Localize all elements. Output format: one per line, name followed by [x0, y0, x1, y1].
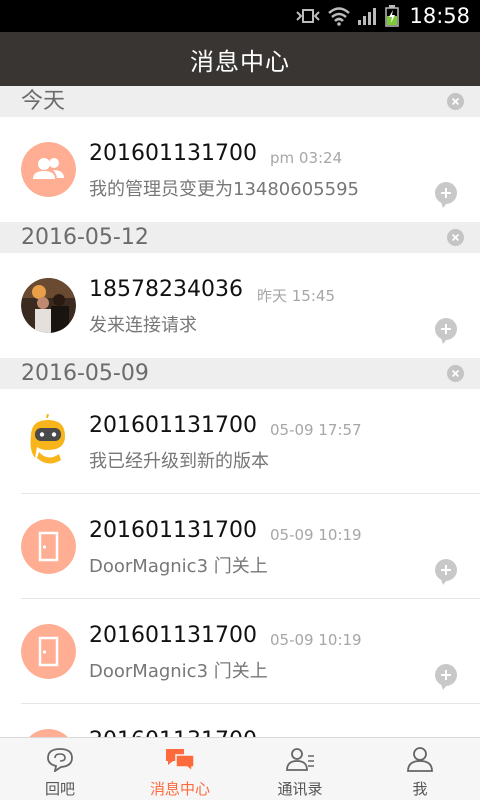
sender-name: 201601131700 — [89, 141, 257, 166]
message-time: 05-09 10:19 — [270, 526, 362, 544]
message-preview: 我已经升级到新的版本 — [89, 451, 269, 472]
close-icon[interactable] — [447, 93, 464, 110]
close-icon[interactable] — [447, 229, 464, 246]
message-item[interactable]: 18578234036 昨天 15:45 发来连接请求 — [0, 253, 480, 358]
section-date-label: 今天 — [21, 89, 66, 114]
message-preview: DoorMagnic3 门关上 — [89, 661, 268, 682]
tab-label: 消息中心 — [149, 780, 210, 798]
add-icon[interactable] — [434, 317, 458, 344]
tab-label: 我 — [412, 780, 428, 798]
section-date-label: 2016-05-09 — [21, 361, 149, 386]
tab-me[interactable]: 我 — [360, 738, 480, 800]
group-avatar-icon — [21, 142, 76, 197]
status-bar: 18:58 — [0, 0, 480, 32]
sender-name: 201601131700 — [89, 413, 257, 438]
message-item[interactable]: 201601131700 05-09 17:57 我已经升级到新的版本 — [0, 389, 480, 494]
section-header: 2016-05-09 — [0, 358, 480, 389]
page-title: 消息中心 — [190, 47, 290, 76]
add-icon[interactable] — [434, 181, 458, 208]
header: 消息中心 — [0, 32, 480, 86]
add-icon[interactable] — [434, 663, 458, 690]
message-preview: 我的管理员变更为13480605595 — [89, 179, 359, 200]
message-time: 昨天 15:45 — [257, 287, 335, 305]
wifi-icon — [328, 7, 351, 26]
add-icon[interactable] — [434, 558, 458, 585]
bottom-tab-bar: 回吧 消息中心 通讯录 我 — [0, 737, 480, 800]
section-header: 2016-05-12 — [0, 222, 480, 253]
messages-icon — [166, 749, 195, 772]
tab-messages[interactable]: 消息中心 — [120, 738, 240, 800]
door-avatar-icon — [21, 519, 76, 574]
message-preview: DoorMagnic3 门关上 — [89, 556, 268, 577]
signal-icon — [358, 8, 377, 25]
message-preview: 发来连接请求 — [89, 315, 197, 336]
message-list[interactable]: 今天 201601131700 pm 03:24 我的管理员变更为1348060… — [0, 86, 480, 737]
tab-huiba[interactable]: 回吧 — [0, 738, 120, 800]
section-date-label: 2016-05-12 — [21, 225, 149, 250]
section-header: 今天 — [0, 86, 480, 117]
sender-name: 201601131700 — [89, 728, 257, 737]
message-item[interactable]: 201601131700 05-09 10:19 DoorMagnic3 门关上 — [0, 599, 480, 704]
user-photo-avatar — [21, 278, 76, 333]
vibrate-icon — [296, 9, 321, 23]
chat-bubble-icon — [47, 748, 73, 772]
tab-label: 回吧 — [44, 780, 75, 798]
sender-name: 201601131700 — [89, 518, 257, 543]
door-avatar-icon — [21, 729, 76, 737]
message-time: 05-09 17:57 — [270, 421, 362, 439]
tab-contacts[interactable]: 通讯录 — [240, 738, 360, 800]
close-icon[interactable] — [447, 365, 464, 382]
message-item[interactable]: 201601131700 pm 03:24 我的管理员变更为1348060559… — [0, 117, 480, 222]
battery-charging-icon — [385, 5, 400, 27]
message-time: 05-09 10:19 — [270, 631, 362, 649]
contacts-icon — [286, 748, 314, 771]
person-icon — [407, 747, 433, 772]
message-time: pm 03:24 — [270, 149, 343, 167]
door-avatar-icon — [21, 624, 76, 679]
robot-avatar-icon — [21, 413, 76, 469]
message-item[interactable]: 201601131700 — [0, 704, 480, 737]
tab-label: 通讯录 — [277, 780, 323, 798]
clock: 18:58 — [409, 4, 470, 28]
status-icons: 18:58 — [295, 0, 470, 32]
message-item[interactable]: 201601131700 05-09 10:19 DoorMagnic3 门关上 — [0, 494, 480, 599]
sender-name: 18578234036 — [89, 277, 243, 302]
sender-name: 201601131700 — [89, 623, 257, 648]
